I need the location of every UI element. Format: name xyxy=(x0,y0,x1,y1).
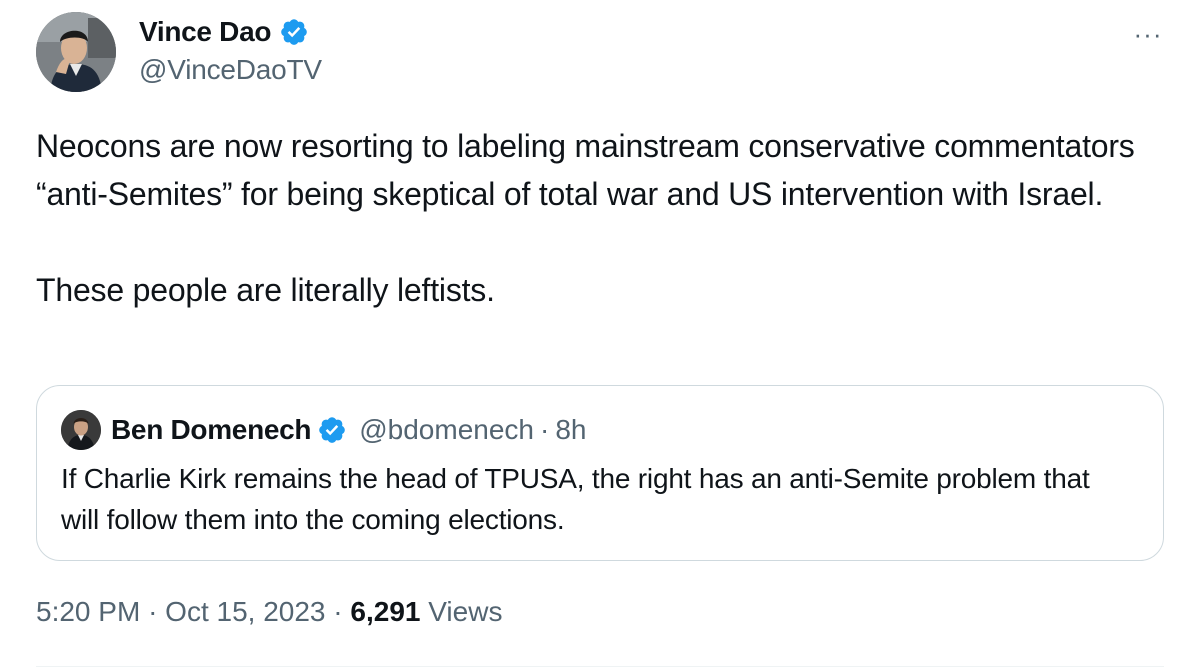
verified-badge-icon xyxy=(279,17,309,47)
author-name[interactable]: Vince Dao xyxy=(139,16,271,48)
tweet-paragraph: These people are literally leftists. xyxy=(36,272,495,308)
tweet-card: Vince Dao @VinceDaoTV ··· Neocons are no… xyxy=(0,0,1202,672)
views-label: Views xyxy=(428,596,503,627)
author-handle[interactable]: @VinceDaoTV xyxy=(139,54,322,86)
verified-badge-icon xyxy=(317,415,347,445)
tweet-date[interactable]: Oct 15, 2023 xyxy=(165,596,325,627)
views-count: 6,291 xyxy=(350,596,421,627)
divider xyxy=(36,666,1164,667)
tweet-text: Neocons are now resorting to labeling ma… xyxy=(36,122,1156,314)
quote-author-handle[interactable]: @bdomenech xyxy=(359,414,534,446)
separator-dot: · xyxy=(333,596,343,627)
tweet-paragraph: Neocons are now resorting to labeling ma… xyxy=(36,128,1135,212)
tweet-time[interactable]: 5:20 PM xyxy=(36,596,140,627)
author-name-row: Vince Dao xyxy=(139,14,309,50)
more-options-icon: ··· xyxy=(1133,19,1163,49)
quote-timestamp[interactable]: 8h xyxy=(555,414,586,446)
more-options-button[interactable]: ··· xyxy=(1128,19,1168,49)
separator-dot: · xyxy=(148,596,158,627)
quote-author-name[interactable]: Ben Domenech xyxy=(111,414,312,446)
author-avatar[interactable] xyxy=(36,12,116,92)
quoted-tweet[interactable]: Ben Domenech @bdomenech · 8h If Charlie … xyxy=(36,385,1164,561)
quote-header: Ben Domenech @bdomenech · 8h xyxy=(111,412,586,448)
separator-dot: · xyxy=(540,414,550,445)
quote-text: If Charlie Kirk remains the head of TPUS… xyxy=(61,463,1090,535)
tweet-meta: 5:20 PM · Oct 15, 2023 · 6,291 Views xyxy=(36,596,502,628)
quote-author-avatar[interactable] xyxy=(61,410,101,450)
